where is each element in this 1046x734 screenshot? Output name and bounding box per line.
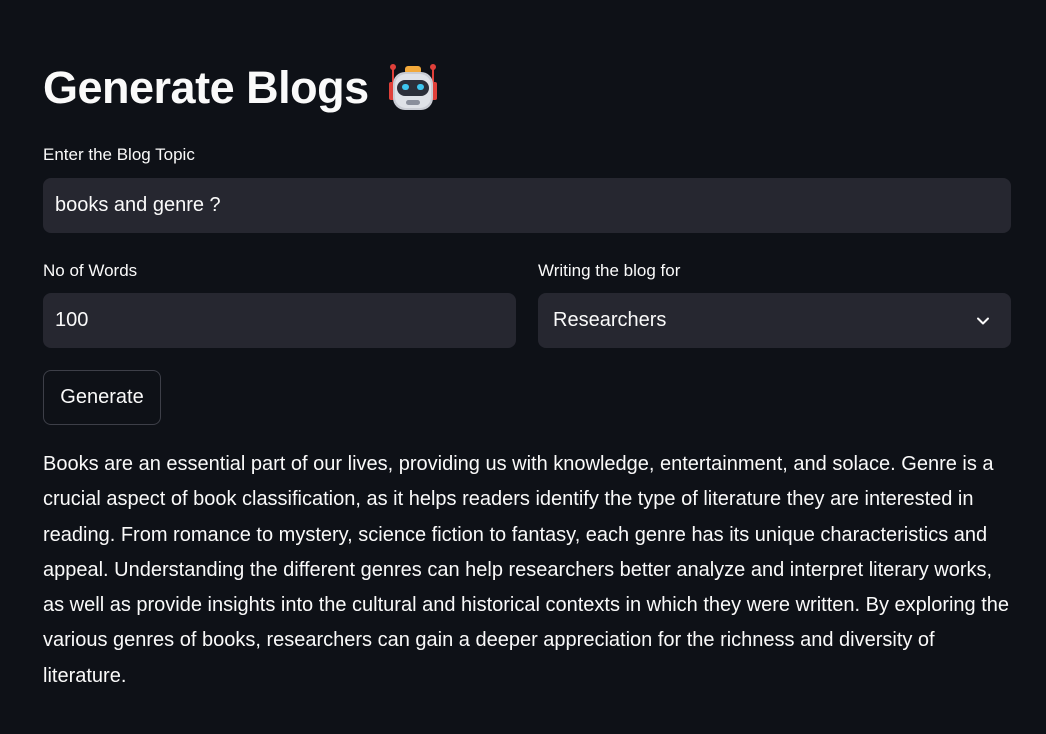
topic-field[interactable] <box>43 178 1011 233</box>
topic-input[interactable] <box>55 194 1011 217</box>
audience-select[interactable]: Researchers <box>538 293 1011 348</box>
topic-label: Enter the Blog Topic <box>43 145 195 164</box>
words-input[interactable] <box>55 309 516 332</box>
generated-blog-text: Books are an essential part of our lives… <box>43 453 1010 687</box>
words-label: No of Words <box>43 261 138 280</box>
page-title-text: Generate Blogs <box>43 62 369 113</box>
words-field[interactable] <box>43 293 516 348</box>
page-title: Generate Blogs <box>43 58 439 118</box>
audience-label: Writing the blog for <box>538 261 681 280</box>
audience-selected-value: Researchers <box>553 309 667 331</box>
chevron-down-icon <box>977 317 989 324</box>
generate-button[interactable]: Generate <box>43 370 161 425</box>
robot-icon <box>388 64 437 110</box>
